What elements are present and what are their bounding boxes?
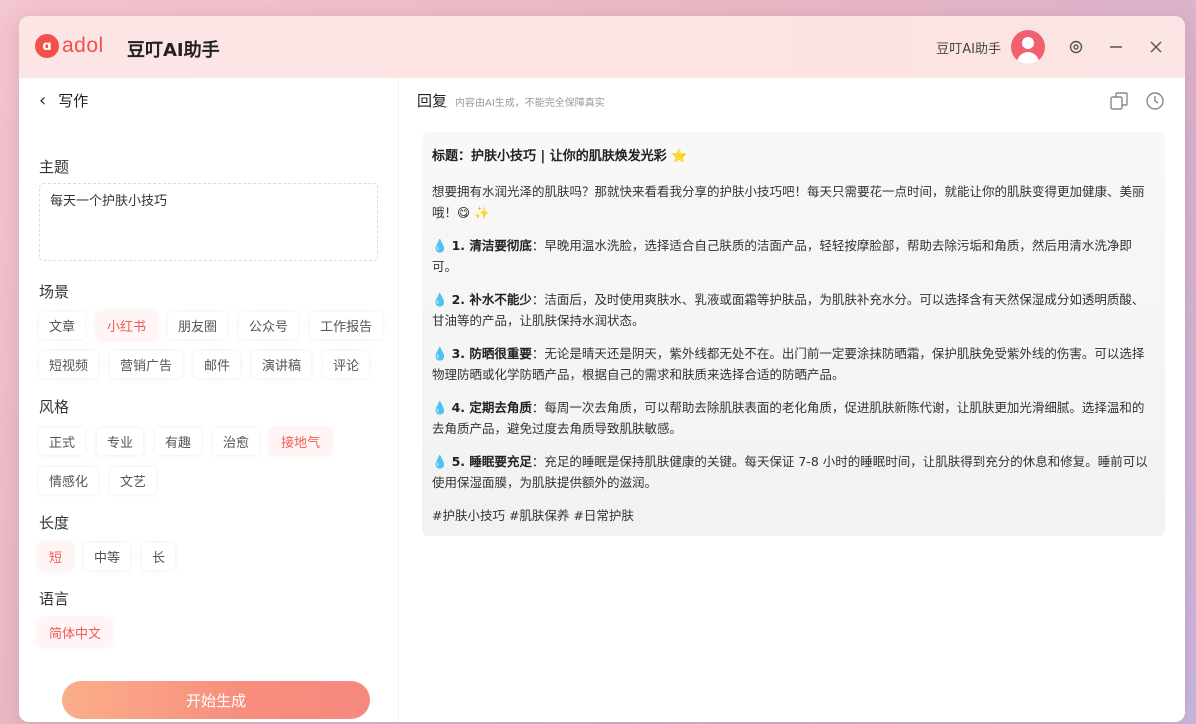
style-chip[interactable]: 专业: [97, 428, 144, 455]
content-tip: 💧 5. 睡眠要充足：充足的睡眠是保持肌肤健康的关键。每天保证 7-8 小时的睡…: [432, 451, 1155, 493]
content-tags: #护肤小技巧 #肌肤保养 #日常护肤: [432, 508, 634, 523]
tip-body: ：洁面后，及时使用爽肤水、乳液或面霜等护肤品，为肌肤补充水分。可以选择含有天然保…: [432, 292, 1145, 328]
style-row-1: 正式 专业 有趣 治愈 接地气: [39, 428, 342, 455]
reply-panel: 回复 内容由AI生成，不能完全保障真实 标题：护肤小技巧 | 让你的肌肤焕发光彩…: [400, 78, 1185, 722]
style-chip[interactable]: 情感化: [39, 467, 99, 494]
tip-head: 5. 睡眠要充足: [451, 454, 532, 469]
reply-title: 回复: [417, 92, 448, 110]
droplet-icon: 💧: [432, 292, 448, 307]
scene-chip[interactable]: 短视频: [39, 351, 99, 378]
language-chip-selected[interactable]: 简体中文: [39, 619, 112, 646]
length-label: 长度: [39, 514, 70, 532]
tip-body: ：充足的睡眠是保持肌肤健康的关键。每天保证 7-8 小时的睡眠时间，让肌肤得到充…: [432, 454, 1148, 490]
scene-row-1: 文章 小红书 朋友圈 公众号 工作报告: [39, 312, 394, 339]
scene-label: 场景: [39, 283, 70, 301]
app-window: ɑ adol 豆叮AI助手 豆叮AI助手 ‹ 写作 主题 每天一个护肤小技巧 场…: [19, 16, 1185, 722]
length-chip-selected[interactable]: 短: [39, 543, 73, 570]
scene-chip[interactable]: 文章: [39, 312, 86, 339]
length-chip[interactable]: 长: [142, 543, 176, 570]
droplet-icon: 💧: [432, 238, 448, 253]
style-chip[interactable]: 文艺: [110, 467, 157, 494]
reply-disclaimer: 内容由AI生成，不能完全保障真实: [455, 98, 605, 109]
scene-row-2: 短视频 营销广告 邮件 演讲稿 评论: [39, 351, 381, 378]
tip-head: 1. 清洁要彻底: [451, 238, 532, 253]
style-chip[interactable]: 有趣: [155, 428, 202, 455]
app-logo: ɑ adol: [35, 34, 104, 58]
length-row: 短 中等 长: [39, 543, 187, 570]
scene-chip[interactable]: 评论: [323, 351, 370, 378]
tip-head: 3. 防晒很重要: [451, 346, 532, 361]
scene-chip[interactable]: 邮件: [194, 351, 241, 378]
generated-content: 标题：护肤小技巧 | 让你的肌肤焕发光彩 ⭐ 想要拥有水润光泽的肌肤吗？那就快来…: [422, 132, 1165, 536]
back-button[interactable]: ‹ 写作: [39, 90, 88, 111]
history-icon[interactable]: [1144, 90, 1166, 112]
tip-body: ：每周一次去角质，可以帮助去除肌肤表面的老化角质，促进肌肤新陈代谢，让肌肤更加光…: [432, 400, 1145, 436]
reply-header: 回复 内容由AI生成，不能完全保障真实: [417, 90, 605, 111]
app-title: 豆叮AI助手: [127, 40, 220, 61]
language-row: 简体中文: [39, 619, 123, 646]
content-tip: 💧 2. 补水不能少：洁面后，及时使用爽肤水、乳液或面霜等护肤品，为肌肤补充水分…: [432, 289, 1155, 331]
tip-body: ：早晚用温水洗脸，选择适合自己肤质的洁面产品，轻轻按摩脸部，帮助去除污垢和角质，…: [432, 238, 1132, 274]
style-row-2: 情感化 文艺: [39, 467, 168, 494]
titlebar: ɑ adol 豆叮AI助手 豆叮AI助手: [19, 16, 1185, 78]
style-chip-selected[interactable]: 接地气: [271, 428, 331, 455]
user-name[interactable]: 豆叮AI助手: [936, 38, 1001, 57]
scene-chip[interactable]: 朋友圈: [168, 312, 228, 339]
content-title: 标题：护肤小技巧 | 让你的肌肤焕发光彩 ⭐: [432, 149, 688, 164]
scene-chip-selected[interactable]: 小红书: [97, 312, 157, 339]
content-intro: 想要拥有水润光泽的肌肤吗？那就快来看看我分享的护肤小技巧吧！每天只需要花一点时间…: [432, 184, 1145, 220]
length-chip[interactable]: 中等: [84, 543, 131, 570]
language-label: 语言: [39, 590, 70, 608]
scene-chip[interactable]: 工作报告: [310, 312, 383, 339]
tip-head: 2. 补水不能少: [451, 292, 532, 307]
content-tip: 💧 3. 防晒很重要：无论是晴天还是阴天，紫外线都无处不在。出门前一定要涂抹防晒…: [432, 343, 1155, 385]
settings-icon[interactable]: [1067, 38, 1085, 56]
scene-chip[interactable]: 演讲稿: [252, 351, 312, 378]
logo-mark-icon: ɑ: [35, 34, 59, 58]
copy-icon[interactable]: [1108, 90, 1130, 112]
topic-input[interactable]: 每天一个护肤小技巧: [39, 183, 378, 261]
content-tip: 💧 1. 清洁要彻底：早晚用温水洗脸，选择适合自己肤质的洁面产品，轻轻按摩脸部，…: [432, 235, 1155, 277]
scene-chip[interactable]: 公众号: [239, 312, 299, 339]
droplet-icon: 💧: [432, 454, 448, 469]
droplet-icon: 💧: [432, 400, 448, 415]
tip-head: 4. 定期去角质: [451, 400, 532, 415]
close-icon[interactable]: [1147, 38, 1165, 56]
minimize-icon[interactable]: [1107, 38, 1125, 56]
back-label: 写作: [58, 92, 89, 110]
style-label: 风格: [39, 398, 70, 416]
settings-panel: ‹ 写作 主题 每天一个护肤小技巧 场景 文章 小红书 朋友圈 公众号 工作报告…: [19, 78, 399, 722]
generate-button[interactable]: 开始生成: [62, 681, 370, 719]
style-chip[interactable]: 正式: [39, 428, 86, 455]
logo-text: adol: [62, 34, 104, 57]
content-tip: 💧 4. 定期去角质：每周一次去角质，可以帮助去除肌肤表面的老化角质，促进肌肤新…: [432, 397, 1155, 439]
scene-chip[interactable]: 营销广告: [110, 351, 183, 378]
chevron-left-icon: ‹: [39, 90, 47, 111]
avatar[interactable]: [1011, 30, 1045, 64]
style-chip[interactable]: 治愈: [213, 428, 260, 455]
droplet-icon: 💧: [432, 346, 448, 361]
topic-label: 主题: [39, 158, 70, 176]
tip-body: ：无论是晴天还是阴天，紫外线都无处不在。出门前一定要涂抹防晒霜，保护肌肤免受紫外…: [432, 346, 1145, 382]
